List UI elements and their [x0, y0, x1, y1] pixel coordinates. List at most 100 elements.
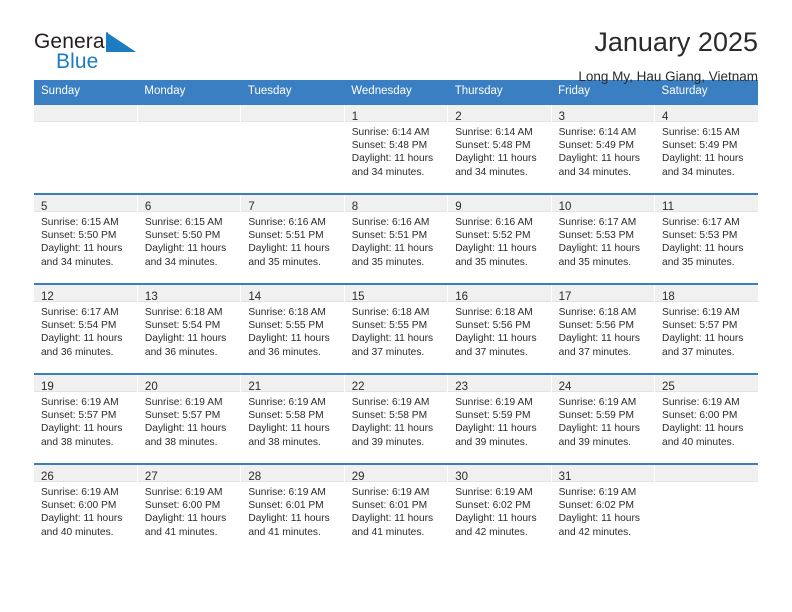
day-number-band: 18 [655, 285, 758, 303]
day-details: Sunrise: 6:19 AM Sunset: 5:57 PM Daylight:… [137, 392, 241, 449]
brand-logo[interactable]: General Blue [34, 28, 164, 76]
sunset-text: Sunset: 5:59 PM [558, 410, 634, 422]
calendar-day-cell[interactable]: 19 Sunrise: 6:19 AM Sunset: 5:57 PM Dayligh… [34, 373, 138, 464]
day-details: Sunrise: 6:14 AM Sunset: 5:49 PM Daylight:… [551, 122, 655, 179]
day-number: 9 [455, 201, 462, 213]
page-title: January 2025 [594, 27, 758, 57]
daylight-text-line1: Daylight: 11 hours [248, 513, 330, 525]
sunrise-text: Sunrise: 6:19 AM [662, 397, 740, 408]
day-number: 2 [455, 111, 462, 123]
calendar-day-cell[interactable]: 15 Sunrise: 6:18 AM Sunset: 5:55 PM Dayligh… [344, 283, 449, 374]
page-header: General Blue January 2025 Long My, Hau G… [34, 0, 758, 83]
daylight-text-line1: Daylight: 11 hours [662, 153, 744, 165]
day-details: Sunrise: 6:19 AM Sunset: 6:00 PM Daylight:… [655, 392, 758, 449]
day-number-band: 7 [241, 195, 344, 213]
day-number-band: 10 [551, 195, 655, 213]
day-number-band [655, 465, 758, 482]
day-number-band: 11 [655, 195, 758, 213]
daylight-text-line1: Daylight: 11 hours [351, 513, 434, 525]
sunset-text: Sunset: 5:58 PM [248, 410, 324, 422]
day-details: Sunrise: 6:19 AM Sunset: 5:59 PM Daylight:… [551, 392, 655, 449]
calendar-day-cell[interactable]: 4 Sunrise: 6:15 AM Sunset: 5:49 PM Daylight… [654, 103, 758, 194]
sunset-text: Sunset: 5:51 PM [248, 230, 324, 242]
daylight-text-line2: and 34 minutes. [558, 166, 632, 178]
daylight-text-line1: Daylight: 11 hours [558, 153, 640, 165]
calendar-day-cell[interactable]: 6 Sunrise: 6:15 AM Sunset: 5:50 PM Daylight… [137, 193, 242, 284]
day-number-band: 19 [34, 375, 137, 393]
calendar-day-cell[interactable]: 26 Sunrise: 6:19 AM Sunset: 6:00 PM Dayligh… [34, 463, 138, 553]
day-number: 31 [558, 471, 572, 483]
calendar-week-row: 5 Sunrise: 6:15 AM Sunset: 5:50 PM Daylight… [34, 193, 758, 284]
daylight-text-line1: Daylight: 11 hours [41, 243, 123, 255]
calendar-day-cell[interactable]: 10 Sunrise: 6:17 AM Sunset: 5:53 PM Dayligh… [551, 193, 656, 284]
brand-name-blue: Blue [56, 50, 99, 73]
day-number: 21 [248, 381, 262, 393]
daylight-text-line2: and 34 minutes. [41, 256, 114, 268]
calendar-day-cell[interactable]: 14 Sunrise: 6:18 AM Sunset: 5:55 PM Dayligh… [240, 283, 345, 374]
calendar-day-cell[interactable]: 7 Sunrise: 6:16 AM Sunset: 5:51 PM Daylight… [240, 193, 345, 284]
daylight-text-line1: Daylight: 11 hours [248, 243, 330, 255]
calendar-day-cell[interactable]: 3 Sunrise: 6:14 AM Sunset: 5:49 PM Daylight… [551, 103, 656, 194]
calendar-day-cell[interactable]: 9 Sunrise: 6:16 AM Sunset: 5:52 PM Daylight… [447, 193, 552, 284]
daylight-text-line1: Daylight: 11 hours [662, 423, 744, 435]
daylight-text-line2: and 38 minutes. [248, 436, 321, 448]
day-number-band: 30 [448, 465, 551, 483]
daylight-text-line2: and 35 minutes. [351, 256, 425, 268]
calendar-day-cell[interactable]: 30 Sunrise: 6:19 AM Sunset: 6:02 PM Dayligh… [447, 463, 552, 553]
day-details [241, 122, 344, 126]
sunset-text: Sunset: 5:48 PM [455, 140, 531, 152]
sunrise-text: Sunrise: 6:14 AM [455, 127, 533, 138]
day-number: 10 [558, 201, 572, 213]
calendar-day-cell[interactable]: 31 Sunrise: 6:19 AM Sunset: 6:02 PM Dayligh… [551, 463, 656, 553]
calendar-day-cell[interactable]: 2 Sunrise: 6:14 AM Sunset: 5:48 PM Daylight… [447, 103, 552, 194]
sunset-text: Sunset: 5:49 PM [662, 140, 738, 152]
calendar-day-cell[interactable]: 5 Sunrise: 6:15 AM Sunset: 5:50 PM Daylight… [34, 193, 138, 284]
daylight-text-line2: and 36 minutes. [248, 346, 321, 358]
sunset-text: Sunset: 5:53 PM [662, 230, 738, 242]
day-details: Sunrise: 6:19 AM Sunset: 6:00 PM Daylight:… [34, 482, 137, 539]
day-number-band: 28 [241, 465, 344, 483]
calendar-day-cell[interactable]: 18 Sunrise: 6:19 AM Sunset: 5:57 PM Dayligh… [654, 283, 758, 374]
daylight-text-line1: Daylight: 11 hours [144, 423, 227, 435]
daylight-text-line2: and 40 minutes. [662, 436, 735, 448]
daylight-text-line2: and 37 minutes. [351, 346, 425, 358]
calendar-day-cell[interactable]: 27 Sunrise: 6:19 AM Sunset: 6:00 PM Dayligh… [137, 463, 242, 553]
sunset-text: Sunset: 6:01 PM [351, 500, 428, 512]
calendar-day-cell[interactable]: 12 Sunrise: 6:17 AM Sunset: 5:54 PM Dayligh… [34, 283, 138, 374]
day-details: Sunrise: 6:19 AM Sunset: 5:58 PM Daylight:… [241, 392, 344, 449]
calendar-day-cell[interactable]: 13 Sunrise: 6:18 AM Sunset: 5:54 PM Dayligh… [137, 283, 242, 374]
sunset-text: Sunset: 5:57 PM [144, 410, 221, 422]
calendar-day-cell[interactable]: 1 Sunrise: 6:14 AM Sunset: 5:48 PM Daylight… [344, 103, 449, 194]
calendar-day-cell[interactable]: 8 Sunrise: 6:16 AM Sunset: 5:51 PM Daylight… [344, 193, 449, 284]
calendar-day-cell[interactable]: 22 Sunrise: 6:19 AM Sunset: 5:58 PM Dayligh… [344, 373, 449, 464]
day-details: Sunrise: 6:18 AM Sunset: 5:56 PM Daylight:… [448, 302, 551, 359]
day-details: Sunrise: 6:15 AM Sunset: 5:50 PM Daylight:… [137, 212, 241, 269]
calendar-day-cell[interactable]: 28 Sunrise: 6:19 AM Sunset: 6:01 PM Dayligh… [240, 463, 345, 553]
sunrise-text: Sunrise: 6:19 AM [662, 307, 740, 318]
calendar-day-cell[interactable]: 17 Sunrise: 6:18 AM Sunset: 5:56 PM Dayligh… [551, 283, 656, 374]
daylight-text-line2: and 37 minutes. [662, 346, 735, 358]
calendar-day-cell[interactable]: 21 Sunrise: 6:19 AM Sunset: 5:58 PM Dayligh… [240, 373, 345, 464]
sunset-text: Sunset: 5:56 PM [455, 320, 531, 332]
day-details: Sunrise: 6:19 AM Sunset: 5:58 PM Daylight:… [344, 392, 448, 449]
calendar-day-cell[interactable]: 25 Sunrise: 6:19 AM Sunset: 6:00 PM Dayligh… [654, 373, 758, 464]
day-number-band [241, 105, 344, 122]
day-details: Sunrise: 6:14 AM Sunset: 5:48 PM Daylight:… [448, 122, 551, 179]
day-number-band: 27 [137, 465, 241, 483]
day-number-band: 25 [655, 375, 758, 393]
day-number-band: 23 [448, 375, 551, 393]
calendar-day-cell[interactable]: 29 Sunrise: 6:19 AM Sunset: 6:01 PM Dayligh… [344, 463, 449, 553]
day-number: 11 [662, 201, 674, 213]
calendar-day-cell[interactable]: 16 Sunrise: 6:18 AM Sunset: 5:56 PM Dayligh… [447, 283, 552, 374]
day-number: 16 [455, 291, 468, 303]
weekday-header-thursday: Thursday [447, 80, 552, 104]
calendar-day-cell[interactable]: 23 Sunrise: 6:19 AM Sunset: 5:59 PM Dayligh… [447, 373, 552, 464]
day-number: 17 [558, 291, 572, 303]
daylight-text-line2: and 39 minutes. [351, 436, 425, 448]
calendar-day-cell[interactable]: 20 Sunrise: 6:19 AM Sunset: 5:57 PM Dayligh… [137, 373, 242, 464]
sunrise-text: Sunrise: 6:19 AM [144, 487, 223, 498]
sunrise-text: Sunrise: 6:19 AM [41, 397, 119, 408]
calendar-day-cell[interactable]: 11 Sunrise: 6:17 AM Sunset: 5:53 PM Dayligh… [654, 193, 758, 284]
calendar-day-cell[interactable]: 24 Sunrise: 6:19 AM Sunset: 5:59 PM Dayligh… [551, 373, 656, 464]
day-number-band: 24 [551, 375, 655, 393]
